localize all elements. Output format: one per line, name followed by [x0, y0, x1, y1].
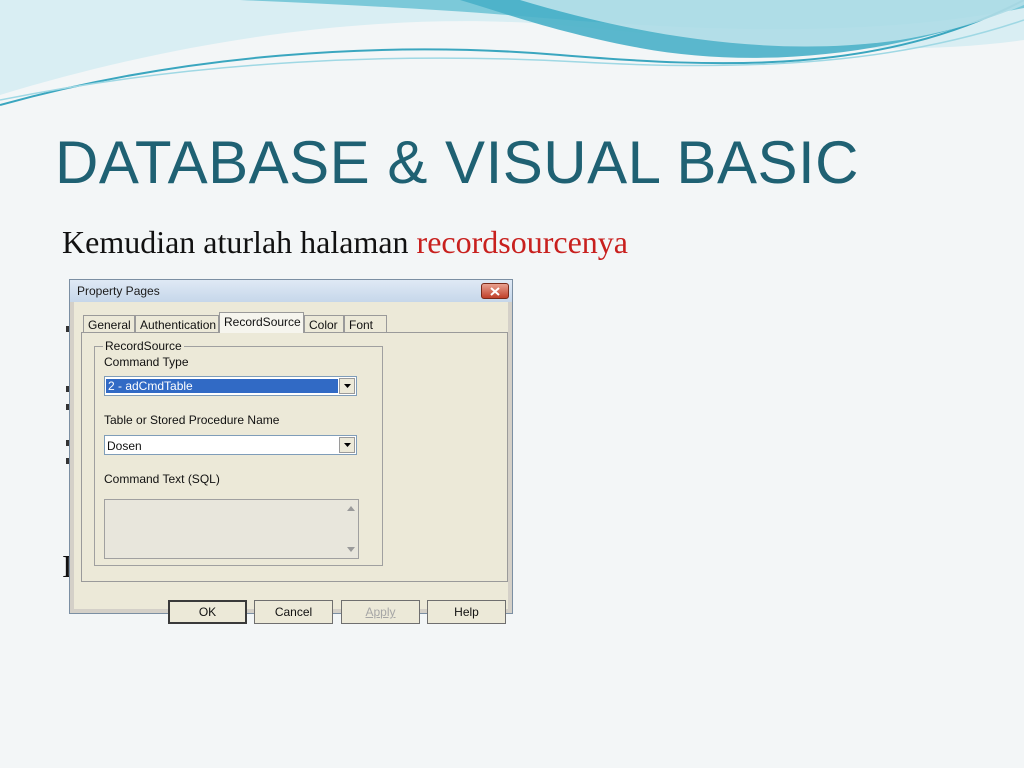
table-name-combobox[interactable]: Dosen: [104, 435, 357, 455]
recordsource-groupbox: RecordSource Command Type 2 - adCmdTable…: [94, 339, 383, 566]
instruction-highlight: recordsourcenya: [416, 224, 628, 260]
chevron-down-icon: [344, 384, 351, 388]
ok-button[interactable]: OK: [168, 600, 247, 624]
scroll-up-icon[interactable]: [347, 506, 355, 511]
table-name-value: Dosen: [107, 439, 142, 453]
command-type-dropdown-button[interactable]: [339, 378, 355, 394]
command-type-combobox[interactable]: 2 - adCmdTable: [104, 376, 357, 396]
apply-button[interactable]: Apply: [341, 600, 420, 624]
slide-title: DATABASE & VISUAL BASIC: [55, 129, 859, 196]
groupbox-label: RecordSource: [103, 339, 184, 353]
dialog-titlebar[interactable]: Property Pages: [70, 280, 512, 302]
close-button[interactable]: [481, 283, 509, 299]
chevron-down-icon: [344, 443, 351, 447]
tab-authentication[interactable]: Authentication: [135, 315, 219, 332]
command-text-label: Command Text (SQL): [104, 472, 220, 486]
instruction-prefix: Kemudian aturlah halaman: [62, 224, 417, 260]
help-button[interactable]: Help: [427, 600, 506, 624]
table-name-label: Table or Stored Procedure Name: [104, 413, 280, 427]
property-pages-dialog: Property Pages General Authentication Re…: [69, 279, 513, 624]
instruction-text: Kemudian aturlah halaman recordsourcenya: [62, 224, 628, 261]
scroll-down-icon[interactable]: [347, 547, 355, 552]
command-text-textarea[interactable]: [104, 499, 359, 559]
dialog-client-area: General Authentication RecordSource Colo…: [74, 302, 508, 624]
dialog-title: Property Pages: [77, 284, 160, 298]
close-icon: [490, 287, 500, 296]
command-type-value: 2 - adCmdTable: [106, 379, 338, 393]
tab-recordsource[interactable]: RecordSource: [219, 312, 304, 333]
recordsource-tab-panel: RecordSource Command Type 2 - adCmdTable…: [81, 332, 508, 582]
tab-general[interactable]: General: [83, 315, 135, 332]
table-name-dropdown-button[interactable]: [339, 437, 355, 453]
cancel-button[interactable]: Cancel: [254, 600, 333, 624]
tab-font[interactable]: Font: [344, 315, 387, 332]
tab-color[interactable]: Color: [304, 315, 344, 332]
command-type-label: Command Type: [104, 355, 189, 369]
